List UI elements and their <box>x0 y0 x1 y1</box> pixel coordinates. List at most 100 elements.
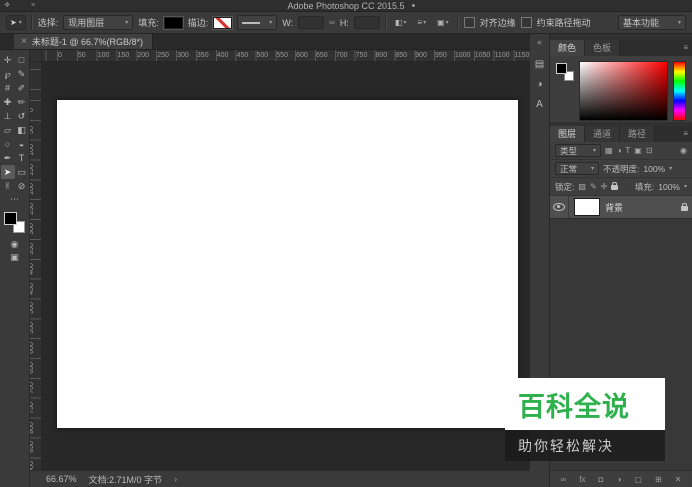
constrain-path-checkbox[interactable] <box>520 17 532 28</box>
status-chevron-icon[interactable]: › <box>174 474 177 484</box>
shape-height-field[interactable] <box>353 16 380 29</box>
blend-mode-dropdown[interactable]: 正常 ▾ <box>555 162 599 175</box>
opacity-value[interactable]: 100% <box>643 164 665 174</box>
link-layers-icon[interactable]: ∞ <box>561 475 567 484</box>
blur-tool[interactable]: ○ <box>1 137 15 151</box>
foreground-color-swatch[interactable] <box>556 63 567 74</box>
pen-tool[interactable]: ✒ <box>1 151 15 165</box>
lock-all-icon[interactable] <box>611 182 619 190</box>
type-tool[interactable]: T <box>15 151 29 165</box>
quick-mask-button[interactable]: ◉ <box>1 238 29 251</box>
quick-selection-tool[interactable]: ✎ <box>15 67 29 81</box>
tab-swatches[interactable]: 色板 <box>585 40 621 56</box>
caret-down-icon: ▾ <box>423 19 427 26</box>
select-mode-dropdown[interactable]: 现用图层 ▾ <box>63 15 134 30</box>
path-alignment-button[interactable]: ≡ ▾ <box>414 15 429 30</box>
brush-tool[interactable]: ✏ <box>15 95 29 109</box>
marquee-tool[interactable]: □ <box>15 53 29 67</box>
ruler-label: 650 <box>30 362 36 374</box>
fill-value[interactable]: 100% <box>658 182 680 192</box>
hand-tool[interactable]: ✌ <box>1 179 15 193</box>
watermark-subtitle-box: 助你轻松解决 <box>505 430 665 461</box>
constrain-path-label: 约束路径拖动 <box>536 18 591 28</box>
clone-stamp-tool[interactable]: ⊥ <box>1 109 15 123</box>
screen-mode-button[interactable]: ▣ <box>1 251 29 264</box>
delete-layer-icon[interactable]: ✕ <box>675 475 682 484</box>
move-tool[interactable]: ✛ <box>1 53 15 67</box>
filter-type-layers-icon[interactable]: T <box>625 146 630 155</box>
zoom-level-field[interactable]: 66.67% <box>46 474 77 484</box>
layer-filter-toggle-icon[interactable]: ◉ <box>680 146 687 155</box>
adjustment-layer-icon[interactable]: ◑ <box>616 475 621 484</box>
saturation-brightness-picker[interactable] <box>579 61 668 121</box>
collapse-dock-icon[interactable]: « <box>537 37 542 47</box>
fill-swatch[interactable] <box>163 16 183 29</box>
link-dimensions-icon[interactable]: ∞ <box>329 18 335 27</box>
tab-color[interactable]: 颜色 <box>550 40 586 56</box>
close-icon[interactable]: × <box>21 36 27 47</box>
color-swatches[interactable] <box>4 212 25 233</box>
hue-slider[interactable] <box>673 61 686 121</box>
ruler-label: 800 <box>30 421 36 434</box>
path-selection-tool[interactable]: ➤ <box>0 165 15 179</box>
tool-grid: ✛ □ ℘ ✎ # ✐ ✚ ✏ ⊥ ↺ ▱ ◧ ○ ◒ ✒ T ➤ ▭ ✌ ⊘ <box>0 53 29 193</box>
lock-transparency-icon[interactable]: ▨ <box>578 182 586 191</box>
lock-label: 锁定: <box>555 181 575 192</box>
photoshop-window: ❖ ≡ Adobe Photoshop CC 2015.5 ▪ ➤ ▾ 选择: … <box>0 0 692 487</box>
layer-mask-icon[interactable]: ◘ <box>599 475 604 484</box>
tools-panel: ✛ □ ℘ ✎ # ✐ ✚ ✏ ⊥ ↺ ▱ ◧ ○ ◒ ✒ T ➤ ▭ ✌ ⊘ … <box>0 50 30 487</box>
tool-preset-button[interactable]: ➤ ▾ <box>6 15 26 30</box>
adjustments-panel-icon[interactable]: ◑ <box>536 79 542 90</box>
lock-position-icon[interactable]: ✛ <box>601 182 608 191</box>
layer-group-icon[interactable]: ▢ <box>634 475 642 484</box>
crop-tool[interactable]: # <box>1 81 15 95</box>
new-layer-icon[interactable]: ⊞ <box>655 475 662 484</box>
layer-filter-dropdown[interactable]: 类型 ▾ <box>555 144 601 157</box>
eraser-tool[interactable]: ▱ <box>1 123 15 137</box>
path-selection-tool-icon: ➤ <box>10 18 17 27</box>
shape-width-field[interactable] <box>298 16 325 29</box>
workspace-switcher[interactable]: 基本功能 ▾ <box>618 15 686 30</box>
lock-fill-row: 锁定: ▨ ✎ ✛ 填充: 100% ▾ <box>550 178 692 196</box>
ruler-label: 100 <box>30 143 36 156</box>
filter-smart-objects-icon[interactable]: ⊡ <box>646 146 653 155</box>
ruler-label: 550 <box>276 52 288 59</box>
layer-effects-icon[interactable]: fx <box>579 475 585 484</box>
tab-layers[interactable]: 图层 <box>550 126 586 142</box>
layer-thumbnail[interactable] <box>574 198 600 216</box>
ruler-label: 0 <box>58 52 62 59</box>
tab-paths[interactable]: 路径 <box>620 126 656 142</box>
tab-channels[interactable]: 通道 <box>585 126 621 142</box>
panel-menu-icon[interactable]: ≡ <box>683 126 688 142</box>
stroke-type-dropdown[interactable]: ▾ <box>237 15 278 30</box>
panel-menu-icon[interactable]: ≡ <box>683 40 688 56</box>
foreground-color-swatch[interactable] <box>4 212 17 225</box>
dodge-tool[interactable]: ◒ <box>15 137 29 151</box>
gradient-tool[interactable]: ◧ <box>15 123 29 137</box>
ruler-origin[interactable] <box>30 50 42 62</box>
align-edges-checkbox[interactable] <box>463 17 475 28</box>
layer-row-background[interactable]: 背景 <box>550 196 692 219</box>
healing-brush-tool[interactable]: ✚ <box>1 95 15 109</box>
shape-tool[interactable]: ▭ <box>15 165 29 179</box>
visibility-cell[interactable] <box>550 196 569 218</box>
visibility-eye-icon[interactable] <box>553 203 565 211</box>
color-panel-swatches[interactable] <box>556 63 574 81</box>
pasteboard[interactable] <box>42 62 530 470</box>
document-tab[interactable]: × 未标题-1 @ 66.7%(RGB/8*) <box>14 34 154 49</box>
lasso-tool[interactable]: ℘ <box>1 67 15 81</box>
filter-shape-layers-icon[interactable]: ▣ <box>634 146 642 155</box>
filter-adjustment-layers-icon[interactable]: ◑ <box>617 146 622 155</box>
zoom-tool[interactable]: ⊘ <box>15 179 29 193</box>
history-brush-tool[interactable]: ↺ <box>15 109 29 123</box>
properties-panel-icon[interactable]: ▤ <box>535 59 544 70</box>
stroke-swatch[interactable] <box>213 16 233 29</box>
lock-image-icon[interactable]: ✎ <box>590 182 597 191</box>
edit-toolbar-button[interactable]: ⋯ <box>1 193 29 206</box>
canvas-document[interactable] <box>57 100 518 428</box>
path-operations-button[interactable]: ◧ ▾ <box>392 15 410 30</box>
character-panel-icon[interactable]: A <box>536 99 543 110</box>
path-arrangement-button[interactable]: ▣ ▾ <box>434 15 452 30</box>
eyedropper-tool[interactable]: ✐ <box>15 81 29 95</box>
filter-pixel-layers-icon[interactable]: ▦ <box>605 146 613 155</box>
